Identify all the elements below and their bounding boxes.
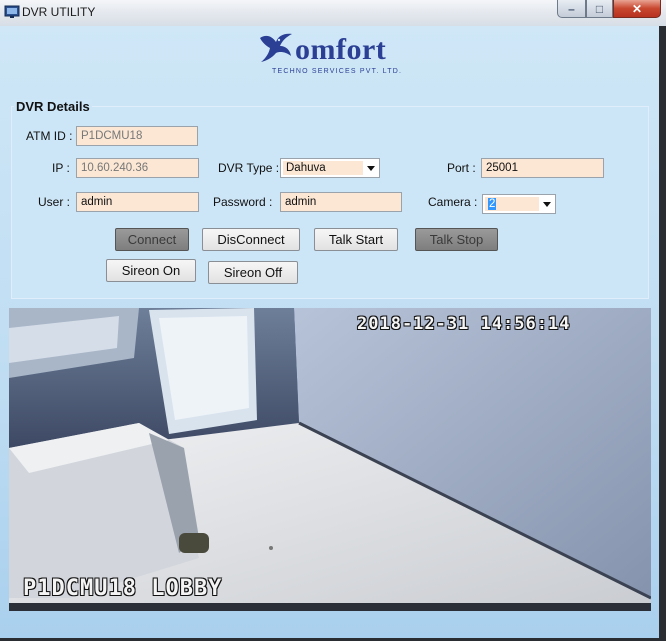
dvr-type-value: Dahuva xyxy=(283,161,363,175)
talk-stop-button[interactable]: Talk Stop xyxy=(415,228,498,251)
disconnect-button[interactable]: DisConnect xyxy=(202,228,300,251)
maximize-icon: □ xyxy=(595,2,604,16)
title-bar[interactable]: DVR UTILITY – □ ✕ xyxy=(0,0,666,26)
port-label: Port : xyxy=(447,161,476,175)
camera-feed[interactable]: 2018-12-31 14:56:14 P1DCMU18 LOBBY xyxy=(9,308,651,611)
password-label: Password : xyxy=(213,195,273,209)
camera-select[interactable]: 2 xyxy=(482,194,556,214)
company-logo: omfort TECHNO SERVICES PVT. LTD. xyxy=(258,30,408,76)
chevron-down-icon xyxy=(367,166,375,171)
port-field[interactable]: 25001 xyxy=(481,158,604,178)
window-title: DVR UTILITY xyxy=(22,5,96,19)
bird-logo-icon xyxy=(260,33,292,62)
close-button[interactable]: ✕ xyxy=(613,0,661,18)
user-field[interactable]: admin xyxy=(76,192,199,212)
sireon-off-button[interactable]: Sireon Off xyxy=(208,261,298,284)
atm-id-field[interactable]: P1DCMU18 xyxy=(76,126,198,146)
maximize-button[interactable]: □ xyxy=(586,0,613,18)
atm-id-label: ATM ID : xyxy=(26,129,73,143)
ip-label: IP : xyxy=(52,161,70,175)
logo-tagline: TECHNO SERVICES PVT. LTD. xyxy=(272,68,403,75)
logo-wordmark: omfort xyxy=(295,33,387,66)
dvr-type-label: DVR Type : xyxy=(218,161,280,175)
minimize-icon: – xyxy=(568,2,575,16)
camera-label: Camera : xyxy=(428,195,478,209)
close-icon: ✕ xyxy=(631,2,643,16)
group-legend: DVR Details xyxy=(14,99,92,114)
camera-timestamp: 2018-12-31 14:56:14 xyxy=(357,314,571,334)
connect-button[interactable]: Connect xyxy=(115,228,189,251)
dvr-type-select[interactable]: Dahuva xyxy=(280,158,380,178)
camera-caption: P1DCMU18 LOBBY xyxy=(23,576,223,601)
app-icon xyxy=(4,5,20,18)
camera-value-selected: 2 xyxy=(488,198,497,210)
window-border xyxy=(659,26,666,641)
minimize-button[interactable]: – xyxy=(557,0,586,18)
chevron-down-icon xyxy=(543,202,551,207)
camera-value: 2 xyxy=(485,197,539,211)
user-label: User : xyxy=(38,195,71,209)
sireon-on-button[interactable]: Sireon On xyxy=(106,259,196,282)
talk-start-button[interactable]: Talk Start xyxy=(314,228,398,251)
camera-scene-image xyxy=(9,308,651,611)
ip-field[interactable]: 10.60.240.36 xyxy=(76,158,199,178)
password-field[interactable]: admin xyxy=(280,192,402,212)
